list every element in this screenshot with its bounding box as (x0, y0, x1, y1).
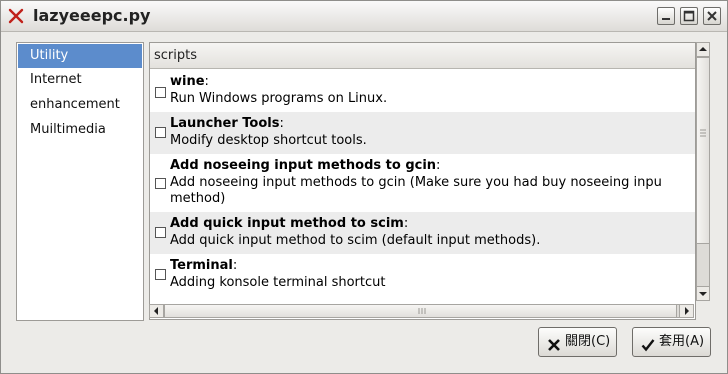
arrow-right-icon (685, 307, 689, 315)
list-item[interactable]: Terminal: Adding konsole terminal shortc… (150, 254, 695, 296)
list-item[interactable]: wine: Run Windows programs on Linux. (150, 70, 695, 112)
apply-button[interactable]: 套用(A) (632, 327, 711, 357)
list-item[interactable]: Add quick input method to scim: Add quic… (150, 212, 695, 254)
app-x-icon (8, 8, 24, 24)
quick-scim-checkbox[interactable] (155, 227, 166, 238)
row-description: Add quick input method to scim (default … (170, 233, 541, 248)
row-title: Add quick input method to scim (170, 216, 404, 231)
vertical-scrollbar[interactable] (696, 42, 710, 301)
row-title: Terminal (170, 258, 233, 273)
row-description: Modify desktop shortcut tools. (170, 133, 367, 148)
row-description-line2: method) (170, 191, 226, 206)
row-colon: : (232, 258, 238, 273)
close-x-icon (547, 335, 561, 363)
horizontal-scrollbar[interactable] (149, 304, 694, 318)
scripts-list[interactable]: scripts wine: Run Windows programs on Li… (149, 42, 696, 320)
wine-checkbox[interactable] (155, 87, 166, 98)
minimize-icon (662, 18, 670, 20)
checkmark-icon (641, 335, 655, 363)
scripts-column-header[interactable]: scripts (150, 43, 695, 69)
row-colon: : (436, 158, 441, 173)
maximize-button[interactable] (680, 7, 698, 25)
row-colon: : (279, 116, 284, 131)
close-dialog-button[interactable]: 關閉(C) (538, 327, 617, 357)
vertical-scroll-thumb[interactable] (697, 57, 709, 244)
terminal-checkbox[interactable] (155, 269, 166, 280)
arrow-up-icon (699, 47, 707, 51)
close-icon (707, 11, 717, 21)
scroll-right-button[interactable] (679, 305, 693, 317)
horizontal-scroll-thumb[interactable] (164, 305, 677, 317)
sidebar-item-utility[interactable]: Utility (18, 44, 142, 68)
scroll-down-button[interactable] (697, 286, 709, 300)
arrow-left-icon (154, 307, 158, 315)
apply-button-label: 套用(A) (659, 334, 705, 349)
row-title: wine (170, 74, 205, 89)
scroll-up-button[interactable] (697, 43, 709, 57)
launcher-tools-checkbox[interactable] (155, 127, 166, 138)
maximize-icon (683, 10, 695, 22)
sidebar-item-internet[interactable]: Internet (18, 68, 142, 92)
arrow-down-icon (699, 292, 707, 296)
window-title: lazyeeepc.py (33, 6, 151, 25)
close-button-label: 關閉(C) (565, 334, 611, 349)
row-colon: : (204, 74, 209, 89)
sidebar-item-multimedia[interactable]: Muiltimedia (18, 118, 142, 142)
row-colon: : (403, 216, 409, 231)
row-description: Run Windows programs on Linux. (170, 91, 388, 106)
sidebar-item-enhancement[interactable]: enhancement (18, 93, 142, 117)
grip-icon (418, 308, 426, 314)
row-title: Add noseeing input methods to gcin (170, 158, 437, 173)
category-list[interactable]: Utility Internet enhancement Muiltimedia (16, 42, 144, 321)
list-item[interactable]: Add noseeing input methods to gcin: Add … (150, 154, 695, 212)
noseeing-gcin-checkbox[interactable] (155, 178, 166, 189)
list-item[interactable]: Launcher Tools: Modify desktop shortcut … (150, 112, 695, 154)
title-bar[interactable]: lazyeeepc.py (1, 1, 727, 32)
grip-icon (700, 129, 706, 137)
scroll-left-button[interactable] (150, 305, 164, 317)
row-title: Launcher Tools (170, 116, 280, 131)
close-button[interactable] (703, 7, 721, 25)
row-description: Add noseeing input methods to gcin (Make… (170, 175, 662, 190)
minimize-button[interactable] (657, 7, 675, 25)
row-description: Adding konsole terminal shortcut (170, 275, 386, 290)
